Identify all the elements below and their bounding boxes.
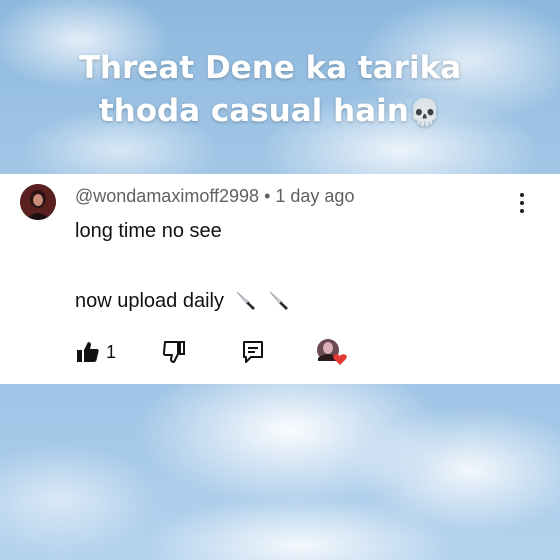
comment-time: 1 day ago xyxy=(275,186,355,206)
menu-dot xyxy=(520,201,524,205)
creator-heart-icon xyxy=(317,339,347,365)
comment-card: @wondamaximoff2998 • 1 day ago long time… xyxy=(0,174,560,384)
comment-meta: @wondamaximoff2998 • 1 day ago xyxy=(75,186,354,207)
caption-line-2: thoda casual hain xyxy=(98,93,409,129)
comment-text-line-2-wrap: now upload daily xyxy=(75,289,291,313)
comment-text-line-1: long time no see xyxy=(75,220,222,242)
comment-handle[interactable]: @wondamaximoff2998 xyxy=(75,186,259,206)
knife-icon xyxy=(269,291,289,310)
more-options-button[interactable] xyxy=(512,192,532,214)
meta-separator: • xyxy=(264,186,271,206)
overlay-caption: Threat Dene ka tarika thoda casual hain💀 xyxy=(0,47,540,135)
menu-dot xyxy=(520,209,524,213)
knife-icon xyxy=(236,291,255,310)
like-count: 1 xyxy=(106,342,117,362)
caption-line-2-wrap: thoda casual hain💀 xyxy=(0,90,540,135)
thumbs-down-icon[interactable] xyxy=(162,340,186,364)
comment-actions: 1 xyxy=(0,334,560,370)
thumbs-up-icon[interactable] xyxy=(76,340,100,364)
avatar[interactable] xyxy=(20,184,56,220)
caption-line-1: Threat Dene ka tarika xyxy=(78,50,462,86)
comment-text-line-2: now upload daily xyxy=(75,290,224,312)
reply-icon[interactable] xyxy=(241,340,265,364)
menu-dot xyxy=(520,193,524,197)
skull-emoji: 💀 xyxy=(408,98,442,128)
avatar-image xyxy=(20,184,56,220)
